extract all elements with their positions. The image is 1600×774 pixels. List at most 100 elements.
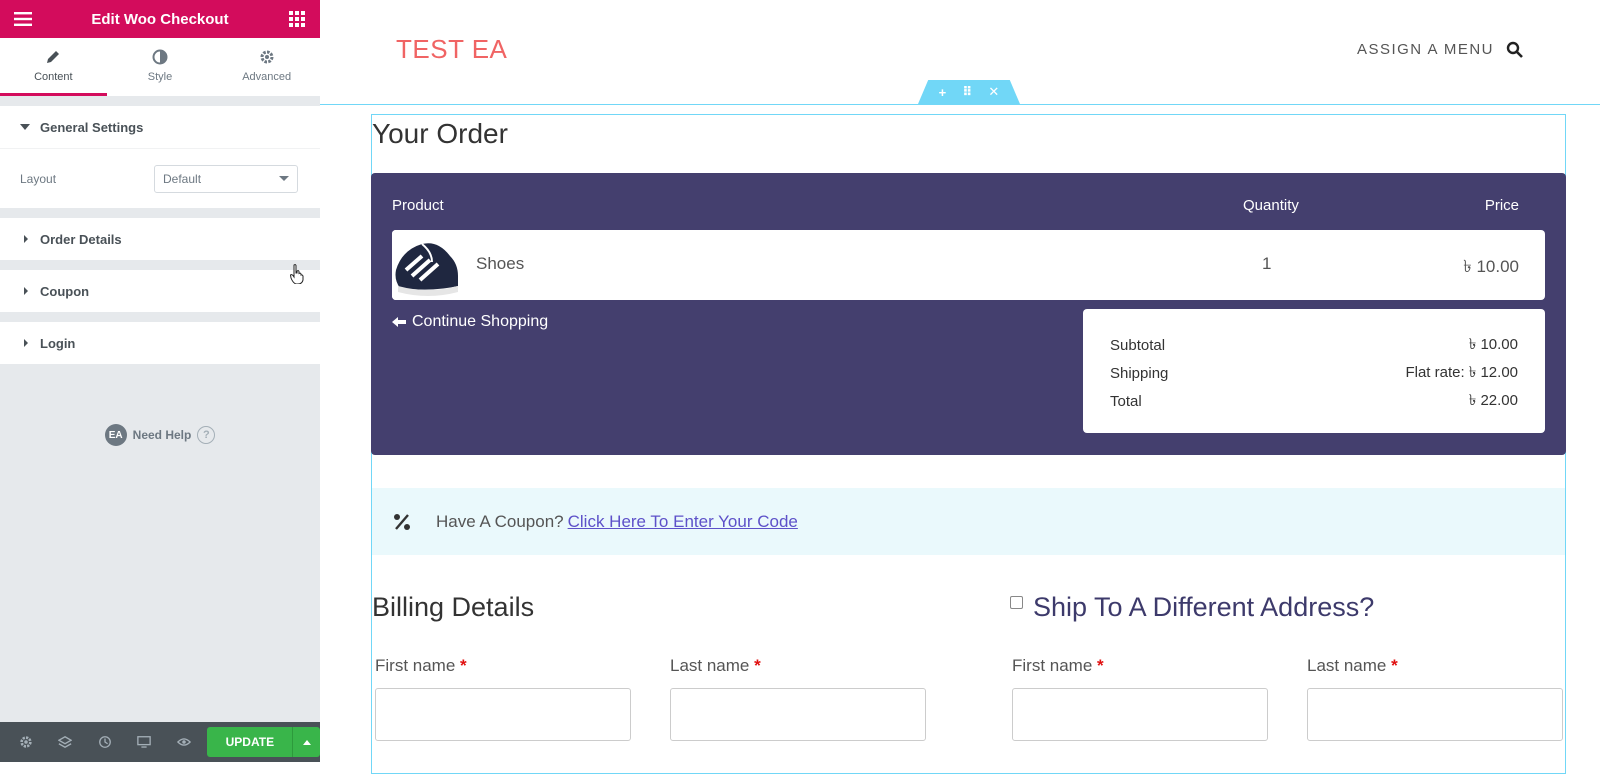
- shipping-last-name-input[interactable]: [1307, 688, 1563, 741]
- section-handle[interactable]: + ⠿ ✕: [918, 80, 1020, 104]
- section-order-details: Order Details: [0, 218, 320, 260]
- ea-logo-icon: EA: [104, 424, 127, 446]
- percent-icon: [394, 513, 410, 530]
- continue-shopping-link[interactable]: Continue Shopping: [392, 313, 548, 331]
- ship-different-checkbox[interactable]: [1010, 596, 1023, 609]
- panel-header: Edit Woo Checkout: [0, 0, 320, 38]
- subtotal-value: ৳ 10.00: [1468, 335, 1518, 353]
- total-row: Total ৳ 22.00: [1110, 387, 1518, 415]
- caret-right-icon: [24, 339, 28, 347]
- tab-style-label: Style: [147, 70, 173, 83]
- header-quantity: Quantity: [1243, 197, 1299, 214]
- editor-panel: Edit Woo Checkout Content Style Advanced: [0, 0, 320, 762]
- need-help-link[interactable]: EA Need Help ?: [0, 424, 320, 446]
- pencil-icon: [47, 50, 60, 63]
- arrow-left-icon: [392, 317, 406, 327]
- coupon-bar: Have A Coupon? Click Here To Enter Your …: [372, 488, 1565, 555]
- caret-down-icon: [20, 124, 30, 130]
- coupon-text: Have A Coupon?: [436, 511, 564, 531]
- settings-button[interactable]: [6, 722, 45, 762]
- question-icon: ?: [197, 426, 216, 444]
- add-section-icon[interactable]: +: [939, 85, 947, 100]
- section-general-settings-label: General Settings: [40, 119, 144, 135]
- billing-last-name-input[interactable]: [670, 688, 926, 741]
- tab-content[interactable]: Content: [0, 38, 107, 96]
- site-title[interactable]: TEST EA: [396, 34, 507, 65]
- gear-icon: [260, 50, 274, 63]
- navigator-button[interactable]: [45, 722, 84, 762]
- panel-tabs: Content Style Advanced: [0, 38, 320, 96]
- section-general-settings-toggle[interactable]: General Settings: [0, 106, 320, 148]
- subtotal-row: Subtotal ৳ 10.00: [1110, 331, 1518, 359]
- history-button[interactable]: [85, 722, 124, 762]
- billing-first-name-text: First name: [375, 656, 456, 675]
- billing-last-name-text: Last name: [670, 656, 750, 675]
- section-login-label: Login: [40, 335, 76, 351]
- layout-select[interactable]: Default: [154, 164, 298, 193]
- gear-icon: [20, 736, 32, 748]
- caret-up-icon: [302, 739, 311, 745]
- required-mark: *: [460, 656, 467, 675]
- widgets-grid-icon[interactable]: [286, 8, 308, 30]
- tab-content-label: Content: [34, 70, 73, 83]
- layout-select-value: Default: [163, 171, 202, 186]
- coupon-link[interactable]: Click Here To Enter Your Code: [568, 512, 798, 532]
- order-title: Your Order: [372, 118, 508, 149]
- continue-shopping-label: Continue Shopping: [412, 313, 549, 330]
- section-outline: [320, 104, 1600, 105]
- history-icon: [98, 736, 111, 748]
- section-coupon-label: Coupon: [40, 283, 90, 299]
- shipping-last-name-label: Last name *: [1307, 656, 1398, 676]
- total-label: Total: [1110, 392, 1142, 410]
- section-login: Login: [0, 322, 320, 364]
- table-row: Shoes 1 ৳ 10.00: [392, 230, 1545, 300]
- desktop-icon: [137, 736, 151, 748]
- hand-cursor-icon: [290, 264, 304, 284]
- billing-last-name-label: Last name *: [670, 656, 761, 676]
- tab-style[interactable]: Style: [107, 38, 214, 96]
- layers-icon: [58, 735, 73, 749]
- shipping-first-name-input[interactable]: [1012, 688, 1268, 741]
- billing-first-name-label: First name *: [375, 656, 467, 676]
- section-general-settings: General Settings Layout Default: [0, 106, 320, 208]
- product-quantity: 1: [1262, 254, 1272, 273]
- billing-first-name-input[interactable]: [375, 688, 631, 741]
- section-coupon-toggle[interactable]: Coupon: [0, 270, 320, 312]
- product-price: ৳ 10.00: [1463, 257, 1519, 276]
- eye-icon: [176, 738, 191, 746]
- select-arrow-icon: [279, 176, 289, 181]
- subtotal-label: Subtotal: [1110, 336, 1166, 354]
- required-mark: *: [1391, 656, 1398, 675]
- close-icon[interactable]: ✕: [988, 84, 999, 100]
- half-circle-icon: [152, 49, 168, 64]
- section-login-toggle[interactable]: Login: [0, 322, 320, 364]
- shipping-row: Shipping Flat rate: ৳ 12.00: [1110, 359, 1518, 387]
- shipping-label: Shipping: [1110, 364, 1169, 382]
- shipping-last-name-text: Last name: [1307, 656, 1387, 675]
- update-button[interactable]: UPDATE: [207, 727, 293, 757]
- update-options-button[interactable]: [292, 727, 320, 757]
- required-mark: *: [754, 656, 761, 675]
- required-mark: *: [1097, 656, 1104, 675]
- assign-menu-link[interactable]: ASSIGN A MENU: [1357, 41, 1494, 58]
- search-icon[interactable]: [1506, 41, 1524, 59]
- shipping-title[interactable]: Ship To A Different Address?: [1033, 592, 1374, 623]
- section-order-details-toggle[interactable]: Order Details: [0, 218, 320, 260]
- panel-title: Edit Woo Checkout: [91, 10, 229, 28]
- order-totals: Subtotal ৳ 10.00 Shipping Flat rate: ৳ 1…: [1083, 309, 1545, 433]
- tab-advanced[interactable]: Advanced: [213, 38, 320, 96]
- shipping-value: Flat rate: ৳ 12.00: [1405, 363, 1518, 381]
- shipping-first-name-text: First name: [1012, 656, 1093, 675]
- product-image[interactable]: [392, 230, 462, 300]
- layout-control: Layout Default: [0, 148, 320, 208]
- header-product: Product: [392, 197, 444, 214]
- responsive-mode-button[interactable]: [124, 722, 163, 762]
- preview-button[interactable]: [164, 722, 203, 762]
- preview-area: TEST EA ASSIGN A MENU + ⠿ ✕ Your Order P…: [320, 0, 1600, 774]
- shipping-first-name-label: First name *: [1012, 656, 1104, 676]
- drag-handle-icon[interactable]: ⠿: [962, 84, 972, 100]
- order-box: Product Quantity Price Shoes 1 ৳ 10.00 C…: [371, 173, 1566, 455]
- hamburger-menu-icon[interactable]: [12, 8, 34, 30]
- header-price: Price: [1484, 197, 1519, 214]
- product-name[interactable]: Shoes: [476, 254, 524, 274]
